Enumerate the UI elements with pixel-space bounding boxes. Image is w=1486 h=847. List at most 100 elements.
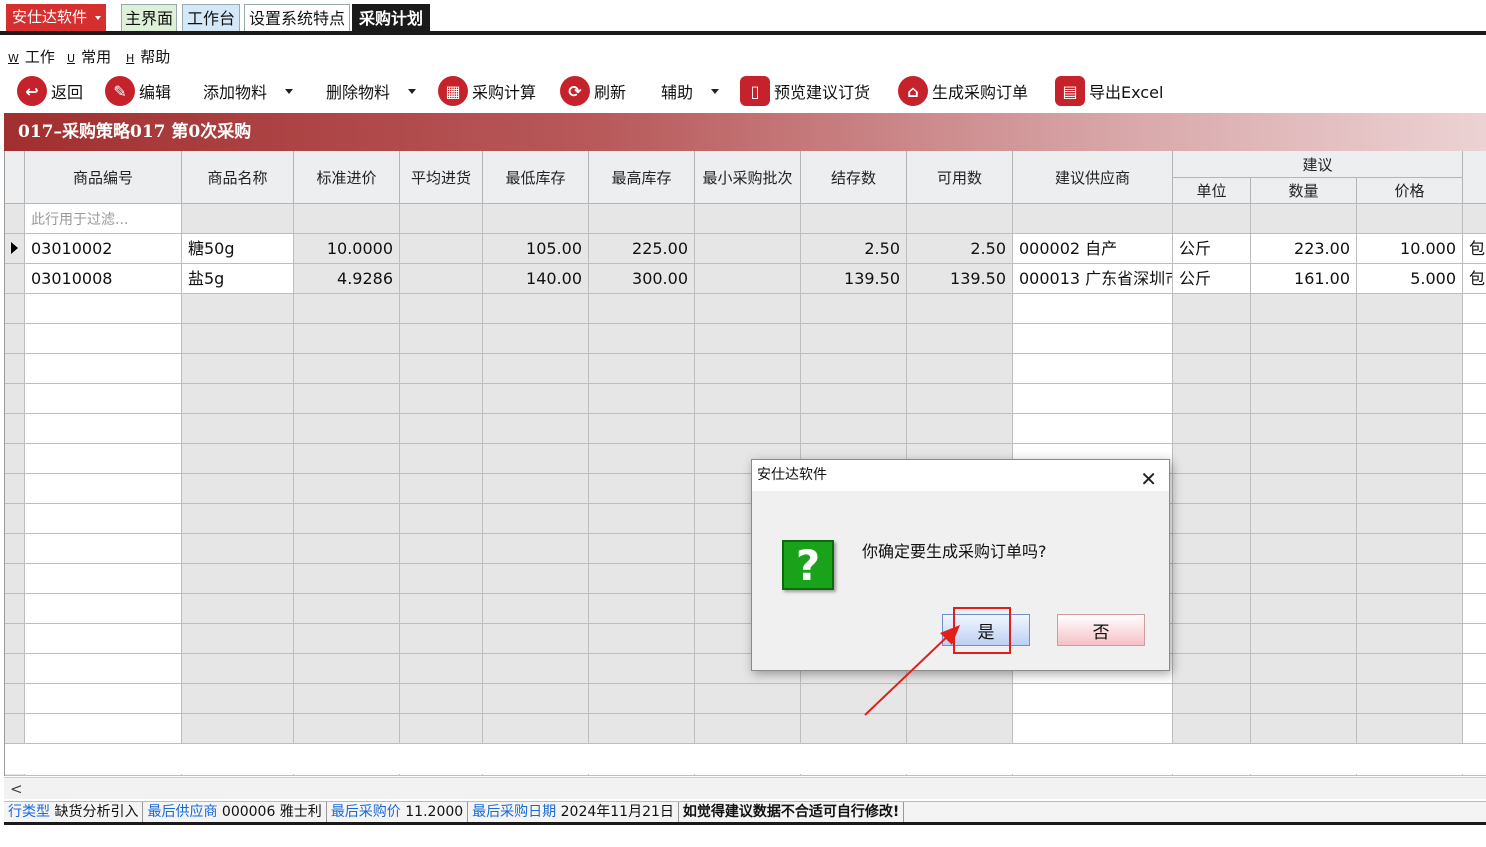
- empty-cell[interactable]: [801, 384, 907, 414]
- empty-cell[interactable]: [294, 624, 400, 654]
- empty-cell[interactable]: [589, 684, 695, 714]
- empty-cell[interactable]: [1173, 594, 1251, 624]
- empty-cell[interactable]: [1173, 504, 1251, 534]
- empty-cell[interactable]: [483, 444, 589, 474]
- row-header-cell[interactable]: [5, 654, 25, 684]
- empty-cell[interactable]: [25, 384, 182, 414]
- empty-cell[interactable]: [1357, 564, 1463, 594]
- empty-cell[interactable]: [907, 354, 1013, 384]
- empty-cell[interactable]: [1013, 354, 1173, 384]
- tab-workbench[interactable]: 工作台: [182, 4, 240, 31]
- empty-cell[interactable]: [294, 444, 400, 474]
- empty-cell[interactable]: [589, 444, 695, 474]
- empty-cell[interactable]: [294, 564, 400, 594]
- empty-cell[interactable]: [1463, 474, 1486, 504]
- empty-cell[interactable]: [1173, 624, 1251, 654]
- empty-cell[interactable]: [1251, 654, 1357, 684]
- empty-cell[interactable]: [1463, 534, 1486, 564]
- empty-cell[interactable]: [483, 504, 589, 534]
- empty-cell[interactable]: [483, 654, 589, 684]
- filter-cell[interactable]: [1463, 204, 1486, 234]
- column-header[interactable]: 单位: [1173, 178, 1251, 204]
- empty-cell[interactable]: [589, 294, 695, 324]
- empty-cell[interactable]: [25, 474, 182, 504]
- empty-cell[interactable]: [695, 384, 801, 414]
- empty-cell[interactable]: [25, 624, 182, 654]
- empty-cell[interactable]: [25, 564, 182, 594]
- empty-cell[interactable]: [1013, 684, 1173, 714]
- empty-cell[interactable]: [1251, 564, 1357, 594]
- empty-cell[interactable]: [400, 714, 483, 744]
- empty-cell[interactable]: [1357, 474, 1463, 504]
- empty-cell[interactable]: [1251, 684, 1357, 714]
- empty-cell[interactable]: [589, 534, 695, 564]
- assist-button[interactable]: 辅助: [661, 75, 720, 107]
- empty-cell[interactable]: [1173, 324, 1251, 354]
- table-cell[interactable]: 5.000: [1357, 264, 1463, 294]
- data-grid[interactable]: 商品编号 商品名称 标准进价 平均进货 最低库存 最高库存 最小采购批次 结存数 可用数 建议供应…: [4, 151, 1486, 776]
- filter-cell[interactable]: [294, 204, 400, 234]
- empty-cell[interactable]: [695, 354, 801, 384]
- empty-cell[interactable]: [1251, 624, 1357, 654]
- empty-cell[interactable]: [1013, 414, 1173, 444]
- filter-cell[interactable]: [483, 204, 589, 234]
- empty-cell[interactable]: [483, 564, 589, 594]
- empty-cell[interactable]: [1173, 654, 1251, 684]
- empty-cell[interactable]: [483, 294, 589, 324]
- empty-cell[interactable]: [1251, 354, 1357, 384]
- empty-cell[interactable]: [483, 384, 589, 414]
- empty-cell[interactable]: [400, 354, 483, 384]
- empty-cell[interactable]: [25, 504, 182, 534]
- empty-cell[interactable]: [1463, 354, 1486, 384]
- column-header[interactable]: 价格: [1357, 178, 1463, 204]
- empty-cell[interactable]: [182, 294, 294, 324]
- empty-cell[interactable]: [1251, 324, 1357, 354]
- empty-cell[interactable]: [907, 384, 1013, 414]
- empty-cell[interactable]: [400, 444, 483, 474]
- menu-work[interactable]: W 工作: [8, 46, 55, 67]
- empty-cell[interactable]: [294, 474, 400, 504]
- empty-cell[interactable]: [483, 354, 589, 384]
- empty-cell[interactable]: [695, 324, 801, 354]
- table-cell[interactable]: [400, 234, 483, 264]
- empty-cell[interactable]: [1463, 594, 1486, 624]
- back-button[interactable]: ↩ 返回: [17, 75, 83, 107]
- empty-cell[interactable]: [294, 414, 400, 444]
- row-header-cell[interactable]: [5, 264, 25, 294]
- empty-cell[interactable]: [483, 624, 589, 654]
- empty-cell[interactable]: [400, 474, 483, 504]
- empty-cell[interactable]: [695, 684, 801, 714]
- empty-cell[interactable]: [1013, 714, 1173, 744]
- filter-cell[interactable]: [1173, 204, 1251, 234]
- empty-cell[interactable]: [25, 294, 182, 324]
- empty-cell[interactable]: [1251, 384, 1357, 414]
- empty-cell[interactable]: [589, 504, 695, 534]
- empty-cell[interactable]: [1013, 324, 1173, 354]
- delete-material-button[interactable]: 删除物料: [326, 75, 417, 107]
- table-cell[interactable]: 10.0000: [294, 234, 400, 264]
- empty-cell[interactable]: [1173, 714, 1251, 744]
- column-header[interactable]: 最低库存: [483, 151, 589, 204]
- close-icon[interactable]: ✕: [1140, 464, 1157, 495]
- empty-cell[interactable]: [589, 714, 695, 744]
- empty-cell[interactable]: [1251, 474, 1357, 504]
- empty-cell[interactable]: [483, 534, 589, 564]
- empty-cell[interactable]: [1173, 564, 1251, 594]
- empty-cell[interactable]: [400, 294, 483, 324]
- empty-cell[interactable]: [294, 654, 400, 684]
- column-header[interactable]: 商品名称: [182, 151, 294, 204]
- column-header[interactable]: 平均进货: [400, 151, 483, 204]
- empty-cell[interactable]: [25, 444, 182, 474]
- empty-cell[interactable]: [400, 684, 483, 714]
- empty-cell[interactable]: [400, 654, 483, 684]
- empty-cell[interactable]: [25, 654, 182, 684]
- empty-cell[interactable]: [182, 414, 294, 444]
- empty-cell[interactable]: [182, 564, 294, 594]
- row-header-cell[interactable]: [5, 354, 25, 384]
- row-header-cell[interactable]: [5, 294, 25, 324]
- empty-cell[interactable]: [1357, 384, 1463, 414]
- empty-cell[interactable]: [294, 534, 400, 564]
- empty-cell[interactable]: [400, 624, 483, 654]
- filter-cell[interactable]: [400, 204, 483, 234]
- empty-cell[interactable]: [182, 354, 294, 384]
